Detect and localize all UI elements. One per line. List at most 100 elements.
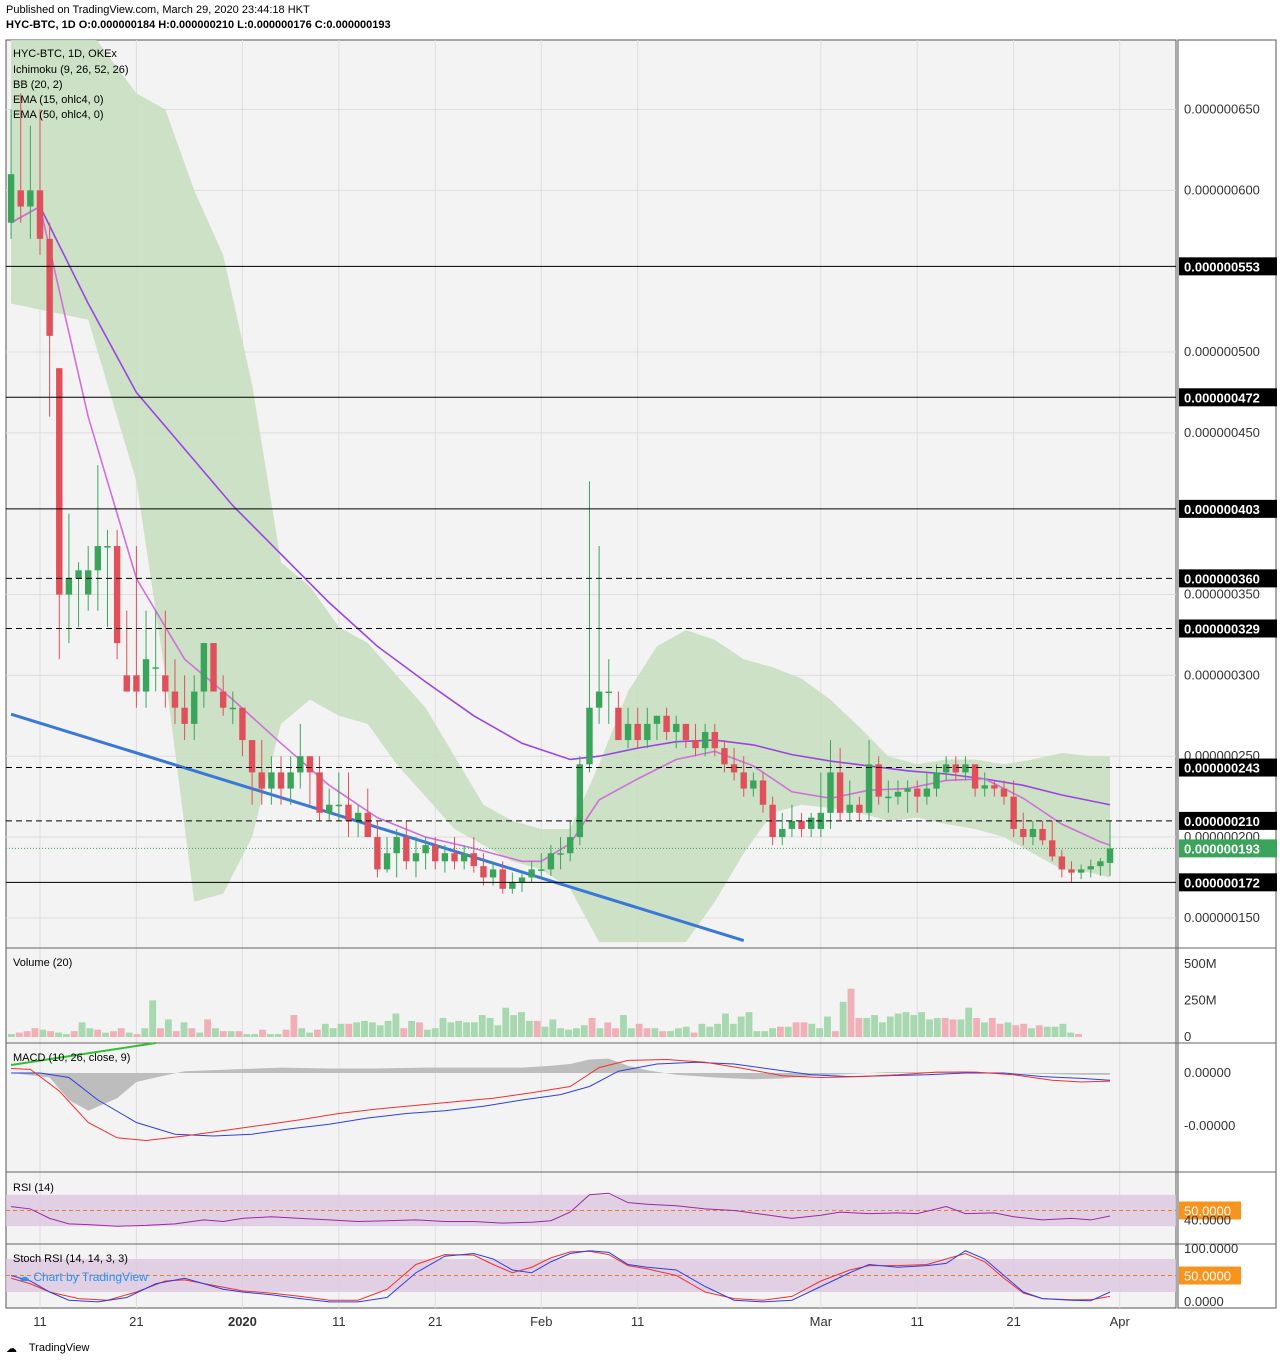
volume-bar-down xyxy=(117,1028,125,1037)
volume-bar-up xyxy=(651,1028,659,1037)
candle-up xyxy=(104,546,111,548)
candle-down xyxy=(181,707,188,724)
volume-bar-up xyxy=(455,1020,463,1037)
candle-up xyxy=(567,837,574,854)
volume-bar-down xyxy=(588,1017,596,1037)
volume-bar-up xyxy=(518,1012,525,1037)
candle-down xyxy=(403,837,410,862)
volume-bar-up xyxy=(565,1029,572,1037)
candle-down xyxy=(875,764,882,797)
candle-up xyxy=(586,707,593,765)
candle-up xyxy=(904,788,911,792)
volume-bar-down xyxy=(855,1017,863,1037)
candle-down xyxy=(123,675,130,692)
volume-bar-up xyxy=(620,1015,627,1037)
candle-up xyxy=(557,853,564,855)
volume-bar-down xyxy=(635,1023,643,1037)
volume-bar-up xyxy=(478,1015,486,1037)
volume-bar-down xyxy=(533,1020,541,1037)
volume-bar-up xyxy=(251,1034,259,1037)
volume-bar-down xyxy=(941,1017,949,1037)
last-price-label: 0.000000193 xyxy=(1184,841,1260,856)
volume-bar-up xyxy=(541,1026,549,1037)
tradingview-watermark[interactable]: ☁ Chart by TradingView xyxy=(18,1270,148,1284)
volume-bar-up xyxy=(486,1017,494,1037)
macd-pane-label: MACD (10, 26, close, 9) xyxy=(13,1052,131,1064)
candle-up xyxy=(393,837,400,854)
volume-bar-up xyxy=(753,1031,761,1037)
volume-bar-down xyxy=(996,1023,1004,1037)
candle-up xyxy=(942,764,950,773)
volume-bar-up xyxy=(808,1023,816,1037)
candle-up xyxy=(94,546,102,571)
volume-bar-down xyxy=(988,1017,996,1037)
volume-bar-up xyxy=(878,1022,886,1037)
volume-bar-up xyxy=(274,1034,282,1037)
price-tick-label: 0.000000450 xyxy=(1184,425,1260,440)
chart-canvas[interactable]: 11 21 2020 11 21 Feb 11 Mar 11 21 Apr 0.000000650 0.… xyxy=(0,0,1280,1366)
volume-bar-up xyxy=(447,1022,455,1037)
stoch-tick-label: 0.0000 xyxy=(1184,1294,1224,1309)
x-tick-label: 21 xyxy=(129,1314,143,1329)
candle-up xyxy=(489,869,497,878)
macd-tick-label: 0.00000 xyxy=(1184,1065,1231,1080)
candle-up xyxy=(200,643,208,692)
candle-down xyxy=(499,869,506,889)
tradingview-logo-icon: ☁ xyxy=(6,1343,17,1356)
volume-bar-up xyxy=(863,1017,871,1037)
level-label: 0.000000210 xyxy=(1184,814,1260,829)
volume-bar-up xyxy=(572,1028,580,1037)
level-label: 0.000000360 xyxy=(1184,571,1260,586)
volume-bar-up xyxy=(1004,1022,1012,1037)
volume-bar-up xyxy=(557,1028,565,1037)
volume-bar-down xyxy=(235,1031,243,1037)
volume-bar-up xyxy=(894,1013,902,1037)
volume-bar-up xyxy=(431,1028,439,1037)
volume-bar-down xyxy=(800,1022,808,1037)
volume-bar-up xyxy=(871,1015,878,1037)
candle-up xyxy=(933,772,940,789)
volume-bar-up xyxy=(682,1026,690,1037)
volume-bar-up xyxy=(102,1032,110,1037)
volume-tick-label: 0 xyxy=(1184,1029,1191,1044)
volume-bar-up xyxy=(698,1023,706,1037)
candle-down xyxy=(219,691,227,708)
legend-ema50: EMA (50, ohlc4, 0) xyxy=(13,109,104,121)
volume-bar-down xyxy=(400,1028,408,1037)
candle-down xyxy=(1049,840,1056,857)
candle-down xyxy=(46,238,53,336)
candle-up xyxy=(605,691,612,694)
candle-up xyxy=(846,804,853,813)
volume-bar-down xyxy=(259,1029,266,1037)
volume-bar-up xyxy=(423,1029,431,1037)
volume-bar-down xyxy=(133,1034,141,1037)
candle-down xyxy=(210,643,217,692)
volume-bar-down xyxy=(314,1029,321,1037)
candle-down xyxy=(740,772,747,789)
candle-up xyxy=(981,785,988,789)
candle-up xyxy=(65,578,73,595)
candle-up xyxy=(808,817,815,829)
volume-bar-down xyxy=(831,1031,839,1037)
candle-down xyxy=(798,820,805,829)
volume-bar-up xyxy=(376,1025,384,1037)
volume-bar-down xyxy=(792,1022,800,1037)
volume-bar-up xyxy=(243,1034,251,1037)
legend-bb: BB (20, 2) xyxy=(13,79,63,91)
volume-bar-up xyxy=(965,1007,973,1037)
candle-up xyxy=(547,853,555,870)
volume-bar-down xyxy=(1035,1025,1043,1037)
volume-bar-down xyxy=(659,1031,667,1037)
stoch-badge-label: 50.0000 xyxy=(1184,1269,1231,1284)
volume-bar-down xyxy=(604,1022,612,1037)
volume-bar-up xyxy=(212,1028,219,1037)
candle-down xyxy=(17,190,24,207)
candle-up xyxy=(460,853,468,862)
volume-bar-up xyxy=(1067,1032,1075,1037)
stoch-pane-label: Stoch RSI (14, 14, 3, 3) xyxy=(13,1253,128,1265)
candle-down xyxy=(364,812,371,838)
candle-down xyxy=(1010,796,1017,829)
candle-up xyxy=(644,723,651,741)
candle-down xyxy=(277,772,285,789)
candle-down xyxy=(345,804,352,821)
